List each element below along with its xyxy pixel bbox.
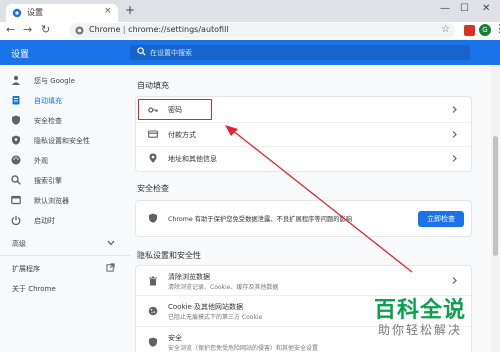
sidebar-item-label: 安全检查 — [34, 117, 62, 125]
sidebar-item-label: 默认浏览器 — [34, 197, 69, 205]
settings-header: 设置 在设置中搜索 — [0, 40, 500, 65]
security-shield-icon — [149, 337, 157, 347]
privacy-row-sub: 清除浏览记录、Cookie、缓存及其他数据 — [168, 284, 279, 291]
sidebar-item-on-startup[interactable]: 启动时 — [0, 210, 130, 230]
sidebar-item-label: 隐私设置和安全性 — [34, 137, 90, 145]
palette-icon — [11, 155, 21, 165]
search-placeholder: 在设置中搜索 — [150, 49, 192, 57]
credit-card-icon — [148, 130, 158, 138]
privacy-shield-icon — [12, 135, 20, 145]
sidebar-item-you-and-google[interactable]: 您与 Google — [0, 70, 130, 90]
sidebar-item-appearance[interactable]: 外观 — [0, 150, 130, 170]
privacy-row-label: 安全 — [168, 334, 182, 342]
sidebar-extensions[interactable]: 扩展程序 — [0, 258, 130, 278]
cookie-icon — [148, 306, 158, 316]
back-button[interactable]: ← — [6, 23, 15, 36]
reload-button[interactable]: ↻ — [41, 23, 50, 36]
privacy-row-clear-data[interactable]: 清除浏览数据 清除浏览记录、Cookie、缓存及其他数据 — [136, 266, 471, 295]
browser-toolbar: ← → ↻ Chrome | chrome://settings/autofil… — [0, 22, 500, 40]
autofill-row-label: 地址和其他信息 — [168, 155, 217, 163]
password-highlight-box — [138, 99, 212, 120]
safety-check-card: Chrome 有助于保护您免受数据泄露、不良扩展程序等问题的影响 立即检查 — [136, 201, 471, 236]
chevron-down-icon — [107, 240, 115, 246]
power-icon — [11, 215, 21, 225]
sidebar-about-chrome[interactable]: 关于 Chrome — [0, 278, 130, 298]
tab-title: 设置 — [27, 8, 43, 17]
safety-section-title: 安全检查 — [137, 184, 169, 193]
watermark-logo-text: 百科全说 — [374, 298, 467, 323]
search-icon — [137, 47, 146, 56]
open-in-new-icon — [106, 263, 115, 272]
gear-icon — [12, 8, 22, 18]
chevron-right-icon — [452, 155, 457, 162]
minimize-button[interactable]: — — [440, 3, 450, 14]
sidebar-about-label: 关于 Chrome — [12, 285, 56, 293]
trash-icon — [149, 276, 157, 286]
chevron-right-icon — [452, 131, 457, 138]
safety-check-text: Chrome 有助于保护您免受数据泄露、不良扩展程序等问题的影响 — [168, 216, 353, 223]
extension-icon[interactable] — [464, 25, 475, 36]
sidebar-divider — [0, 255, 130, 256]
tab-strip: 设置 × + — ☐ ✕ — [0, 0, 500, 22]
search-engine-icon — [11, 175, 21, 185]
sidebar-item-autofill[interactable]: 自动填充 — [0, 90, 130, 110]
sidebar-extensions-label: 扩展程序 — [12, 265, 40, 273]
privacy-row-label: 清除浏览数据 — [168, 273, 210, 281]
shield-icon — [12, 115, 20, 125]
privacy-section-title: 隐私设置和安全性 — [137, 251, 201, 260]
browser-icon — [11, 195, 21, 205]
maximize-button[interactable]: ☐ — [460, 3, 469, 14]
autofill-row-addresses[interactable]: 地址和其他信息 — [136, 146, 471, 171]
location-pin-icon — [149, 153, 157, 163]
autofill-icon — [12, 96, 20, 105]
address-bar[interactable]: Chrome | chrome://settings/autofill ☆ — [69, 23, 455, 38]
privacy-row-sub: 安全浏览（保护您免受危险网站的侵害）和其他安全设置 — [168, 345, 319, 352]
sidebar-item-privacy[interactable]: 隐私设置和安全性 — [0, 130, 130, 150]
chevron-right-icon — [452, 277, 457, 284]
privacy-row-label: Cookie 及其他网站数据 — [168, 303, 243, 311]
profile-avatar[interactable]: G — [479, 24, 491, 36]
autofill-row-payment[interactable]: 付款方式 — [136, 122, 471, 146]
sidebar-item-search-engine[interactable]: 搜索引擎 — [0, 170, 130, 190]
sidebar-item-label: 启动时 — [34, 217, 55, 225]
sidebar-item-default-browser[interactable]: 默认浏览器 — [0, 190, 130, 210]
sidebar-item-label: 外观 — [34, 157, 48, 165]
new-tab-button[interactable]: + — [125, 3, 135, 17]
tab-close-button[interactable]: × — [104, 6, 112, 16]
autofill-section-title: 自动填充 — [137, 81, 169, 90]
sidebar-item-label: 搜索引擎 — [34, 177, 62, 185]
scrollbar-thumb[interactable] — [493, 136, 498, 256]
sidebar-item-label: 自动填充 — [34, 97, 62, 105]
autofill-row-label: 付款方式 — [168, 131, 196, 139]
shield-icon — [149, 213, 157, 223]
settings-search-input[interactable]: 在设置中搜索 — [130, 45, 470, 60]
sidebar-item-safety-check[interactable]: 安全检查 — [0, 110, 130, 130]
url-scheme: Chrome — [89, 25, 121, 34]
url-separator: | — [120, 25, 129, 34]
person-icon — [12, 75, 20, 85]
chevron-right-icon — [452, 106, 457, 113]
check-now-button[interactable]: 立即检查 — [418, 211, 464, 227]
chrome-icon — [75, 26, 84, 35]
watermark-slogan: 助你轻松解决 — [378, 323, 463, 337]
bookmark-star-icon[interactable]: ☆ — [441, 24, 450, 35]
tab-settings[interactable]: 设置 × — [6, 4, 118, 22]
sidebar-item-label: 您与 Google — [34, 77, 75, 85]
page-title: 设置 — [11, 50, 30, 60]
url-path: chrome://settings/autofill — [128, 25, 229, 34]
forward-button[interactable]: → — [23, 23, 32, 36]
privacy-row-sub: 已阻止无痕模式下的第三方 Cookie — [168, 314, 263, 321]
url-text: Chrome | chrome://settings/autofill — [89, 25, 229, 34]
menu-dots-icon[interactable]: ⋮ — [494, 22, 500, 35]
close-window-button[interactable]: ✕ — [482, 3, 490, 14]
sidebar-advanced-label: 高级 — [12, 240, 26, 248]
sidebar-advanced[interactable]: 高级 — [0, 233, 130, 253]
